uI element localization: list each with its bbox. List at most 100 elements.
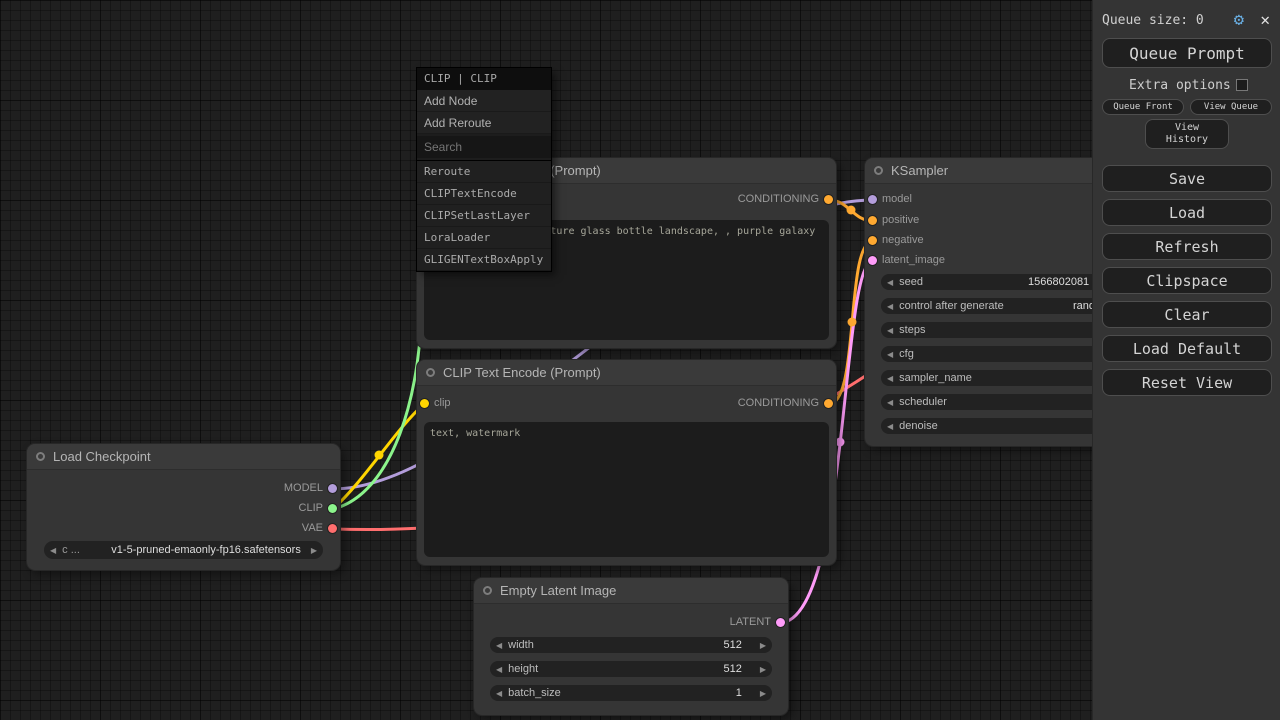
reset-view-button[interactable]: Reset View — [1102, 369, 1272, 396]
increment-icon[interactable]: ▶ — [754, 641, 772, 650]
decrement-icon[interactable]: ◀ — [881, 374, 899, 383]
refresh-button[interactable]: Refresh — [1102, 233, 1272, 260]
clipspace-button[interactable]: Clipspace — [1102, 267, 1272, 294]
widget-label: height — [508, 663, 538, 675]
ckpt-name-widget[interactable]: ◀ c ... v1-5-pruned-emaonly-fp16.safeten… — [44, 541, 323, 559]
extra-options-label: Extra options — [1129, 78, 1231, 93]
widget-label: denoise — [899, 420, 938, 432]
output-slot-clip[interactable]: CLIP — [27, 502, 340, 516]
widget-value: v1-5-pruned-emaonly-fp16.safetensors — [111, 544, 301, 556]
collapse-dot[interactable] — [36, 452, 45, 461]
prev-value-icon[interactable]: ◀ — [44, 546, 62, 555]
decrement-icon[interactable]: ◀ — [881, 326, 899, 335]
scheduler-widget[interactable]: ◀ scheduler — [881, 394, 1121, 410]
model-input-dot[interactable] — [868, 195, 877, 204]
settings-gear-icon[interactable]: ⚙ — [1234, 10, 1244, 30]
output-slot-conditioning[interactable]: CONDITIONING — [417, 397, 836, 411]
comfy-menu-panel: Queue size: 0 ⚙ ✕ Queue Prompt Extra opt… — [1092, 0, 1280, 720]
decrement-icon[interactable]: ◀ — [490, 641, 508, 650]
node-empty-latent-image[interactable]: Empty Latent Image LATENT ◀ width 512 ▶ … — [474, 578, 788, 715]
sampler-name-widget[interactable]: ◀ sampler_name — [881, 370, 1121, 386]
widget-value: 512 — [723, 663, 741, 675]
menu-item-reroute[interactable]: Reroute — [417, 161, 551, 183]
control-after-generate-widget[interactable]: ◀ control after generate randomize — [881, 298, 1121, 314]
model-output-dot[interactable] — [328, 484, 337, 493]
node-title: CLIP Text Encode (Prompt) — [443, 365, 601, 380]
output-slot-vae[interactable]: VAE — [27, 522, 340, 536]
clear-button[interactable]: Clear — [1102, 301, 1272, 328]
prompt-textarea[interactable]: text, watermark — [424, 422, 829, 557]
decrement-icon[interactable]: ◀ — [881, 278, 899, 287]
latent-image-input-dot[interactable] — [868, 256, 877, 265]
input-slot-label: model — [882, 193, 912, 205]
increment-icon[interactable]: ▶ — [754, 689, 772, 698]
conditioning-output-dot[interactable] — [824, 195, 833, 204]
menu-item-gligentextboxapply[interactable]: GLIGENTextBoxApply — [417, 249, 551, 271]
collapse-dot[interactable] — [483, 586, 492, 595]
steps-widget[interactable]: ◀ steps — [881, 322, 1121, 338]
node-clip-text-encode-bottom[interactable]: CLIP Text Encode (Prompt) clip CONDITION… — [417, 360, 836, 565]
close-icon[interactable]: ✕ — [1260, 10, 1270, 29]
menu-item-add-reroute[interactable]: Add Reroute — [417, 112, 551, 134]
menu-item-add-node[interactable]: Add Node — [417, 90, 551, 112]
clip-output-dot[interactable] — [328, 504, 337, 513]
widget-label: c ... — [62, 544, 80, 556]
widget-label: width — [508, 639, 534, 651]
queue-front-button[interactable]: Queue Front — [1102, 99, 1184, 115]
menu-item-cliptextencode[interactable]: CLIPTextEncode — [417, 183, 551, 205]
decrement-icon[interactable]: ◀ — [881, 398, 899, 407]
decrement-icon[interactable]: ◀ — [881, 422, 899, 431]
extra-options-checkbox[interactable] — [1236, 79, 1248, 91]
context-menu-header: CLIP | CLIP — [417, 68, 551, 90]
output-slot-label: CONDITIONING — [738, 397, 819, 409]
load-button[interactable]: Load — [1102, 199, 1272, 226]
output-slot-label: MODEL — [284, 482, 323, 494]
save-button[interactable]: Save — [1102, 165, 1272, 192]
collapse-dot[interactable] — [426, 368, 435, 377]
denoise-widget[interactable]: ◀ denoise — [881, 418, 1121, 434]
output-slot-label: VAE — [302, 522, 323, 534]
width-widget[interactable]: ◀ width 512 ▶ — [490, 637, 772, 653]
widget-label: scheduler — [899, 396, 947, 408]
node-title-bar[interactable]: Empty Latent Image — [474, 578, 788, 604]
decrement-icon[interactable]: ◀ — [490, 665, 508, 674]
menu-item-loraloader[interactable]: LoraLoader — [417, 227, 551, 249]
output-slot-label: CONDITIONING — [738, 193, 819, 205]
widget-label: steps — [899, 324, 925, 336]
latent-output-dot[interactable] — [776, 618, 785, 627]
increment-icon[interactable]: ▶ — [754, 665, 772, 674]
widget-value: 1 — [736, 687, 742, 699]
node-load-checkpoint[interactable]: Load Checkpoint MODEL CLIP VAE ◀ c ... v… — [27, 444, 340, 570]
node-title: Load Checkpoint — [53, 449, 151, 464]
load-default-button[interactable]: Load Default — [1102, 335, 1272, 362]
search-input[interactable] — [417, 136, 551, 158]
negative-input-dot[interactable] — [868, 236, 877, 245]
widget-label: cfg — [899, 348, 914, 360]
collapse-dot[interactable] — [874, 166, 883, 175]
positive-input-dot[interactable] — [868, 216, 877, 225]
output-slot-latent[interactable]: LATENT — [474, 616, 788, 630]
decrement-icon[interactable]: ◀ — [881, 350, 899, 359]
queue-prompt-button[interactable]: Queue Prompt — [1102, 38, 1272, 68]
widget-value: 512 — [723, 639, 741, 651]
input-slot-label: negative — [882, 234, 924, 246]
height-widget[interactable]: ◀ height 512 ▶ — [490, 661, 772, 677]
decrement-icon[interactable]: ◀ — [490, 689, 508, 698]
view-history-button[interactable]: View History — [1145, 119, 1229, 149]
node-title: Empty Latent Image — [500, 583, 616, 598]
output-slot-model[interactable]: MODEL — [27, 482, 340, 496]
cfg-widget[interactable]: ◀ cfg — [881, 346, 1121, 362]
seed-widget[interactable]: ◀ seed 1566802081 — [881, 274, 1121, 290]
conditioning-output-dot[interactable] — [824, 399, 833, 408]
menu-item-clipsetlastlayer[interactable]: CLIPSetLastLayer — [417, 205, 551, 227]
decrement-icon[interactable]: ◀ — [881, 302, 899, 311]
context-menu: CLIP | CLIP Add Node Add Reroute Reroute… — [417, 68, 551, 271]
widget-label: seed — [899, 276, 923, 288]
node-title-bar[interactable]: CLIP Text Encode (Prompt) — [417, 360, 836, 386]
batch-size-widget[interactable]: ◀ batch_size 1 ▶ — [490, 685, 772, 701]
vae-output-dot[interactable] — [328, 524, 337, 533]
next-value-icon[interactable]: ▶ — [305, 546, 323, 555]
view-queue-button[interactable]: View Queue — [1190, 99, 1272, 115]
node-title-bar[interactable]: Load Checkpoint — [27, 444, 340, 470]
menu-search-row — [417, 134, 551, 161]
